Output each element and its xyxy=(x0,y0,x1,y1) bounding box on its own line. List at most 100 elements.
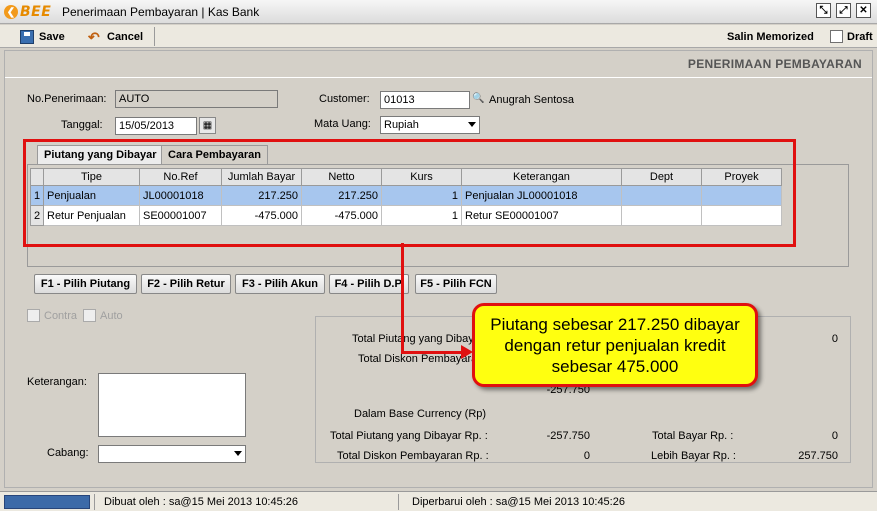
status-divider xyxy=(94,494,95,510)
close-icon[interactable]: ✕ xyxy=(856,3,871,18)
keterangan-label: Keterangan: xyxy=(27,376,87,388)
cell-noref[interactable]: JL00001018 xyxy=(139,185,222,206)
total-bayar-rp-value: 0 xyxy=(831,430,838,442)
tab-cara-pembayaran[interactable]: Cara Pembayaran xyxy=(161,145,268,165)
status-bar: Dibuat oleh : sa@15 Mei 2013 10:45:26 Di… xyxy=(0,491,877,511)
cell-netto[interactable]: -475.000 xyxy=(301,205,382,226)
cell-noref[interactable]: SE00001007 xyxy=(139,205,222,226)
cell-jumlah-bayar[interactable]: 217.250 xyxy=(221,185,302,206)
no-penerimaan-field: AUTO xyxy=(115,90,278,108)
pilih-fcn-button[interactable]: F5 - Pilih FCN xyxy=(415,274,497,294)
cell-dept[interactable] xyxy=(621,185,702,206)
tanggal-label: Tanggal: xyxy=(61,119,103,131)
logo-text: BEE xyxy=(20,4,52,20)
tab-piutang[interactable]: Piutang yang Dibayar xyxy=(37,145,164,166)
total-piutang-rp-value: -257.750 xyxy=(546,430,590,442)
back-icon[interactable]: ❮ xyxy=(4,5,18,19)
col-noref[interactable]: No.Ref xyxy=(139,168,222,186)
app-logo: ❮ BEE xyxy=(4,3,51,21)
annotation-arrow xyxy=(401,243,404,353)
customer-name: Anugrah Sentosa xyxy=(489,94,575,106)
table-row[interactable]: 1 Penjualan JL00001018 217.250 217.250 1… xyxy=(30,185,782,206)
pilih-retur-button[interactable]: F2 - Pilih Retur xyxy=(141,274,231,294)
cell-keterangan[interactable]: Retur SE00001007 xyxy=(461,205,622,226)
cell-jumlah-bayar[interactable]: -475.000 xyxy=(221,205,302,226)
cancel-button[interactable]: ↶ Cancel xyxy=(88,28,143,45)
contra-checkbox[interactable] xyxy=(27,309,40,322)
lebih-bayar-rp-value: 257.750 xyxy=(798,450,838,462)
status-created: Dibuat oleh : sa@15 Mei 2013 10:45:26 xyxy=(104,496,299,508)
cell-kurs[interactable]: 1 xyxy=(381,185,462,206)
header-band: PENERIMAAN PEMBAYARAN xyxy=(5,51,872,77)
chevron-down-icon xyxy=(468,122,476,127)
col-netto[interactable]: Netto xyxy=(301,168,382,186)
row-number: 1 xyxy=(30,185,44,206)
col-jumlah-bayar[interactable]: Jumlah Bayar xyxy=(221,168,302,186)
pilih-piutang-button[interactable]: F1 - Pilih Piutang xyxy=(34,274,137,294)
title-bar: ❮ BEE Penerimaan Pembayaran | Kas Bank ⤡… xyxy=(0,0,877,24)
row-number-header xyxy=(30,168,44,186)
col-kurs[interactable]: Kurs xyxy=(381,168,462,186)
mata-uang-value: Rupiah xyxy=(384,119,419,131)
page-title: PENERIMAAN PEMBAYARAN xyxy=(687,57,862,71)
mata-uang-select[interactable]: Rupiah xyxy=(380,116,480,134)
tanggal-field[interactable]: 15/05/2013 xyxy=(115,117,197,135)
status-indicator xyxy=(4,495,90,509)
col-keterangan[interactable]: Keterangan xyxy=(461,168,622,186)
cell-keterangan[interactable]: Penjualan JL00001018 xyxy=(461,185,622,206)
restore-icon[interactable]: ⤡ xyxy=(816,3,831,18)
calendar-icon[interactable]: ▦ xyxy=(199,117,216,134)
save-button[interactable]: Save xyxy=(20,28,65,45)
pilih-dp-button[interactable]: F4 - Pilih D.P. xyxy=(329,274,409,294)
row-number: 2 xyxy=(30,205,44,226)
customer-label: Customer: xyxy=(319,93,370,105)
cell-tipe[interactable]: Penjualan xyxy=(43,185,140,206)
col-dept[interactable]: Dept xyxy=(621,168,702,186)
lebih-bayar-rp-label: Lebih Bayar Rp. : xyxy=(651,450,736,462)
no-penerimaan-label: No.Penerimaan: xyxy=(27,93,107,105)
total-piutang-rp-label: Total Piutang yang Dibayar Rp. : xyxy=(330,430,488,442)
total-bayar-rp-label: Total Bayar Rp. : xyxy=(652,430,734,442)
cell-netto[interactable]: 217.250 xyxy=(301,185,382,206)
auto-checkbox[interactable] xyxy=(83,309,96,322)
base-currency-label: Dalam Base Currency (Rp) xyxy=(354,408,487,420)
draft-checkbox[interactable] xyxy=(830,30,843,43)
cell-proyek[interactable] xyxy=(701,185,782,206)
piutang-grid: Tipe No.Ref Jumlah Bayar Netto Kurs Kete… xyxy=(27,164,849,267)
save-label: Save xyxy=(39,30,65,43)
status-updated: Diperbarui oleh : sa@15 Mei 2013 10:45:2… xyxy=(412,496,625,508)
table-row[interactable]: 2 Retur Penjualan SE00001007 -475.000 -4… xyxy=(30,205,782,226)
col-tipe[interactable]: Tipe xyxy=(43,168,140,186)
annotation-callout: Piutang sebesar 217.250 dibayar dengan r… xyxy=(472,303,758,387)
toolbar: Save ↶ Cancel Salin Memorized Draft xyxy=(0,25,877,48)
cell-proyek[interactable] xyxy=(701,205,782,226)
col-proyek[interactable]: Proyek xyxy=(701,168,782,186)
cell-kurs[interactable]: 1 xyxy=(381,205,462,226)
total-piutang-label: Total Piutang yang Dibayar xyxy=(352,333,484,345)
status-divider xyxy=(398,494,399,510)
toolbar-divider xyxy=(154,27,155,46)
total-piutang-value: 0 xyxy=(831,333,838,345)
search-icon[interactable]: 🔍 xyxy=(470,91,487,108)
cell-tipe[interactable]: Retur Penjualan xyxy=(43,205,140,226)
salin-memorized-button[interactable]: Salin Memorized xyxy=(727,31,814,43)
window-title: Penerimaan Pembayaran | Kas Bank xyxy=(62,5,260,19)
contra-label: Contra xyxy=(44,310,78,322)
total-diskon-rp-value: 0 xyxy=(583,450,590,462)
maximize-icon[interactable]: ⤢ xyxy=(836,3,851,18)
cabang-select[interactable] xyxy=(98,445,246,463)
piutang-table: Tipe No.Ref Jumlah Bayar Netto Kurs Kete… xyxy=(30,168,782,226)
keterangan-textarea[interactable] xyxy=(98,373,246,437)
auto-label: Auto xyxy=(100,310,123,322)
undo-arrow-icon: ↶ xyxy=(88,28,100,45)
main-panel: PENERIMAAN PEMBAYARAN No.Penerimaan: AUT… xyxy=(4,50,873,488)
pilih-akun-button[interactable]: F3 - Pilih Akun xyxy=(235,274,325,294)
chevron-down-icon xyxy=(234,451,242,456)
total-diskon-rp-label: Total Diskon Pembayaran Rp. : xyxy=(337,450,489,462)
cell-dept[interactable] xyxy=(621,205,702,226)
mata-uang-label: Mata Uang: xyxy=(314,118,371,130)
customer-field[interactable]: 01013 xyxy=(380,91,470,109)
draft-label: Draft xyxy=(847,31,873,43)
annotation-arrow xyxy=(401,351,463,354)
cabang-label: Cabang: xyxy=(47,447,89,459)
